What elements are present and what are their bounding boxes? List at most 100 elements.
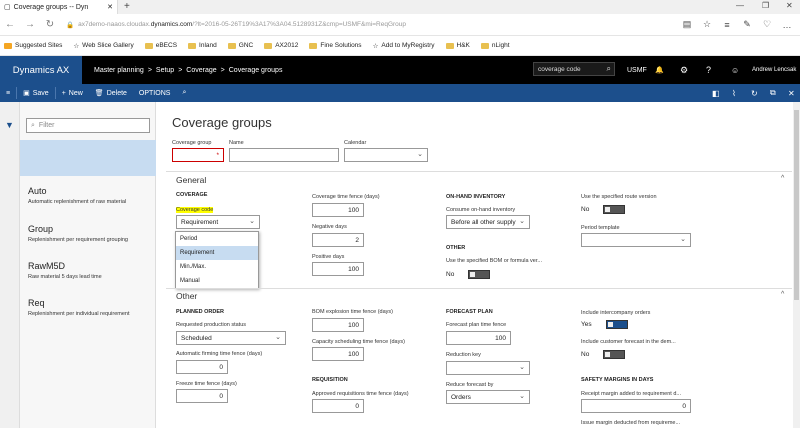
back-icon[interactable]: ← (0, 19, 20, 30)
fav-item-7[interactable]: ☆ Add to MyRegistry (373, 42, 435, 50)
url-field[interactable]: 🔒 ax7demo-naaos.cloudax. dynamics.com/?lt… (66, 17, 651, 33)
list-item[interactable]: Auto Automatic replenishment of raw mate… (28, 186, 152, 205)
breadcrumb-item[interactable]: Coverage groups (229, 67, 283, 74)
bom-version-label: Use the specified BOM or formula ver... (446, 258, 542, 264)
forward-icon[interactable]: → (20, 19, 40, 30)
option-minmax[interactable]: Min./Max. (176, 260, 258, 274)
coverage-code-dropdown[interactable]: Requirement ⌄ (176, 215, 260, 229)
receipt-margin-input[interactable]: 0 (581, 399, 691, 413)
breadcrumb-item[interactable]: Coverage (186, 67, 216, 74)
global-search-input[interactable]: coverage code ⌕ (533, 62, 615, 76)
more-icon[interactable]: … (777, 20, 797, 30)
bom-version-toggle[interactable]: No (446, 270, 491, 279)
hub-icon[interactable]: ≡ (717, 20, 737, 30)
new-tab-button[interactable]: + (124, 1, 130, 12)
toggle-switch[interactable] (605, 320, 628, 329)
notes-icon[interactable]: ✎ (737, 19, 757, 30)
delete-button[interactable]: 🗑 Delete (89, 89, 133, 98)
browser-tab[interactable]: ▢ Coverage groups -- Dyn ✕ (0, 0, 118, 14)
list-item[interactable]: RawM5D Raw material 5 days lead time (28, 261, 152, 280)
close-icon[interactable]: ✕ (788, 84, 795, 102)
customer-forecast-toggle[interactable]: No (581, 350, 626, 359)
route-version-label: Use the specified route version (581, 194, 657, 200)
intercompany-toggle[interactable]: Yes (581, 320, 628, 329)
filter-icon[interactable]: ▼ (5, 120, 14, 130)
brand-logo[interactable]: Dynamics AX (0, 56, 82, 84)
approved-req-input[interactable]: 0 (312, 399, 364, 413)
favorite-star-icon[interactable]: ☆ (697, 19, 717, 30)
window-close-icon[interactable]: ✕ (786, 1, 793, 10)
refresh-icon[interactable]: ↻ (40, 19, 60, 30)
route-version-toggle[interactable]: No (581, 205, 626, 214)
company-picker[interactable]: USMF (627, 56, 647, 84)
new-button[interactable]: + New (56, 90, 89, 97)
consume-dropdown[interactable]: Before all other supply ⌄ (446, 215, 530, 229)
toggle-switch[interactable] (603, 350, 626, 359)
capacity-input[interactable]: 100 (312, 347, 364, 361)
fav-item-5[interactable]: AX2012 (264, 42, 298, 49)
filter-input[interactable]: ⌕ Filter (26, 118, 150, 133)
option-manual[interactable]: Manual (176, 274, 258, 288)
save-button[interactable]: ▣ Save (17, 89, 55, 98)
fav-item-9[interactable]: nLight (480, 42, 510, 49)
user-name[interactable]: Andrew Lencsak (752, 56, 796, 84)
fav-item-4[interactable]: GNC (227, 42, 253, 49)
period-template-dropdown[interactable]: ⌄ (581, 233, 691, 247)
fav-item-6[interactable]: Fine Solutions (309, 42, 362, 49)
forecast-fence-input[interactable]: 100 (446, 331, 511, 345)
collapse-icon[interactable]: ^ (781, 175, 784, 182)
bom-explosion-input[interactable]: 100 (312, 318, 364, 332)
required-mark: * (216, 151, 219, 159)
breadcrumb-item[interactable]: Setup (156, 67, 174, 74)
reading-view-icon[interactable]: ▤ (677, 19, 697, 30)
list-item[interactable]: Group Replenishment per requirement grou… (28, 224, 152, 243)
coverage-heading: COVERAGE (176, 192, 208, 198)
close-tab-icon[interactable]: ✕ (107, 3, 113, 11)
breadcrumb-item[interactable]: Master planning (94, 67, 144, 74)
restore-icon[interactable]: ❐ (762, 1, 769, 10)
smiley-icon[interactable]: ☺ (731, 56, 739, 84)
popout-icon[interactable]: ⧉ (770, 84, 776, 102)
gear-icon[interactable]: ⚙ (680, 56, 688, 84)
period-template-label: Period template (581, 225, 620, 231)
attach-icon[interactable]: ⌇ (732, 84, 736, 102)
folder-icon (309, 42, 318, 49)
office-icon[interactable]: ◧ (712, 84, 720, 102)
bell-icon[interactable]: 🔔 (655, 56, 664, 84)
scrollbar-thumb[interactable] (794, 110, 799, 300)
auto-firming-input[interactable]: 0 (176, 360, 228, 374)
calendar-dropdown[interactable]: ⌄ (344, 148, 428, 162)
minimize-icon[interactable]: — (736, 1, 744, 10)
collapse-icon[interactable]: ^ (781, 291, 784, 298)
negative-days-input[interactable]: 2 (312, 233, 364, 247)
fav-item-8[interactable]: H&K (445, 42, 470, 49)
fav-item-3[interactable]: Inland (188, 42, 217, 49)
reduce-forecast-dropdown[interactable]: Orders ⌄ (446, 390, 530, 404)
reduction-key-dropdown[interactable]: ⌄ (446, 361, 530, 375)
option-requirement[interactable]: Requirement (176, 246, 258, 260)
list-item[interactable]: Req Replenishment per individual require… (28, 298, 152, 317)
toggle-switch[interactable] (468, 270, 491, 279)
help-icon[interactable]: ? (706, 56, 711, 84)
section-general[interactable]: General (176, 175, 206, 185)
fav-item-0[interactable]: Suggested Sites (4, 42, 62, 49)
hamburger-icon[interactable]: ≡ (0, 90, 16, 97)
refresh-icon[interactable]: ↻ (751, 84, 758, 102)
trash-icon: 🗑 (94, 90, 104, 97)
options-tab[interactable]: OPTIONS (133, 90, 177, 97)
search-icon[interactable]: ⌕ (607, 64, 611, 74)
toggle-switch[interactable] (603, 205, 626, 214)
section-other[interactable]: Other (176, 291, 197, 301)
positive-days-input[interactable]: 100 (312, 262, 364, 276)
freeze-input[interactable]: 0 (176, 389, 228, 403)
share-icon[interactable]: ♡ (757, 19, 777, 30)
search-icon[interactable]: ⌕ (176, 89, 192, 97)
coverage-group-input[interactable]: * (172, 148, 224, 162)
req-prod-status-dropdown[interactable]: Scheduled ⌄ (176, 331, 286, 345)
option-period[interactable]: Period (176, 232, 258, 246)
fav-item-2[interactable]: eBECS (144, 42, 177, 49)
name-input[interactable] (229, 148, 339, 162)
list-item-selected[interactable] (20, 140, 156, 176)
fav-item-1[interactable]: ☆ Web Slice Gallery (73, 42, 133, 50)
time-fence-input[interactable]: 100 (312, 203, 364, 217)
